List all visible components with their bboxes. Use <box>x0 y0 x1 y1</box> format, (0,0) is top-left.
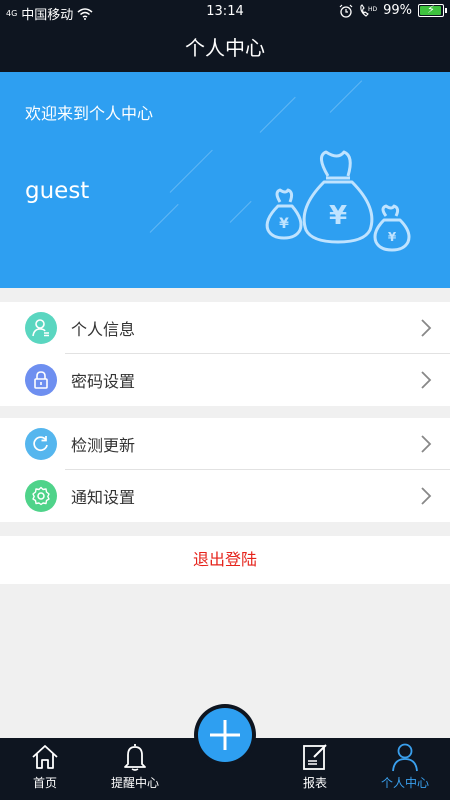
tab-report[interactable]: 报表 <box>275 738 355 800</box>
bell-icon <box>124 744 146 771</box>
tab-label-reminder-center: 提醒中心 <box>110 776 159 790</box>
menu-item-profile[interactable]: 个人信息 <box>0 302 450 354</box>
chevron-right-icon <box>421 371 432 389</box>
svg-text:HD: HD <box>368 6 377 13</box>
menu-label-profile: 个人信息 <box>71 320 136 339</box>
user-card-icon <box>25 312 57 344</box>
chevron-right-icon <box>421 487 432 505</box>
menu-item-check-update[interactable]: 检测更新 <box>0 418 450 470</box>
tab-label-personal-center: 个人中心 <box>380 776 429 790</box>
menu-label-check-update: 检测更新 <box>71 436 136 455</box>
username: guest <box>25 178 90 204</box>
tab-reminder-center[interactable]: 提醒中心 <box>95 738 175 800</box>
gear-icon <box>25 480 57 512</box>
report-icon <box>303 744 327 770</box>
center-bag-symbol: ¥ <box>329 201 347 231</box>
menu-item-password[interactable]: 密码设置 <box>0 354 450 406</box>
tab-label-home: 首页 <box>32 776 57 790</box>
lock-icon <box>25 364 57 396</box>
tab-personal-center[interactable]: 个人中心 <box>365 738 445 800</box>
refresh-icon <box>25 428 57 460</box>
welcome-text: 欢迎来到个人中心 <box>25 104 154 123</box>
menu-label-password: 密码设置 <box>71 372 136 391</box>
right-bag-symbol: ¥ <box>388 230 397 244</box>
plus-icon <box>210 720 240 750</box>
status-bar: 4G 中国移动 13:14 HD 99% ⚡ <box>0 0 450 24</box>
menu-group-account: 个人信息 密码设置 <box>0 302 450 406</box>
chevron-right-icon <box>421 319 432 337</box>
chevron-right-icon <box>421 435 432 453</box>
battery-icon: ⚡ <box>418 3 447 17</box>
tab-home[interactable]: 首页 <box>5 738 85 800</box>
menu-label-notification-settings: 通知设置 <box>71 488 136 507</box>
money-bags-icon: ¥ ¥ ¥ <box>265 150 411 252</box>
menu-item-notification-settings[interactable]: 通知设置 <box>0 470 450 522</box>
home-icon <box>32 745 58 769</box>
menu-group-system: 检测更新 通知设置 <box>0 418 450 522</box>
alarm-icon <box>339 4 353 18</box>
logout-button[interactable]: 退出登陆 <box>0 536 450 584</box>
tab-label-report: 报表 <box>302 776 327 790</box>
left-bag-symbol: ¥ <box>279 216 289 232</box>
battery-percent: 99% <box>383 3 412 18</box>
person-icon <box>392 743 418 772</box>
page-title: 个人中心 <box>0 24 450 72</box>
hd-call-icon: HD <box>360 3 377 17</box>
add-button[interactable] <box>194 704 256 766</box>
hero-banner: 欢迎来到个人中心 guest ¥ ¥ ¥ <box>0 72 450 288</box>
